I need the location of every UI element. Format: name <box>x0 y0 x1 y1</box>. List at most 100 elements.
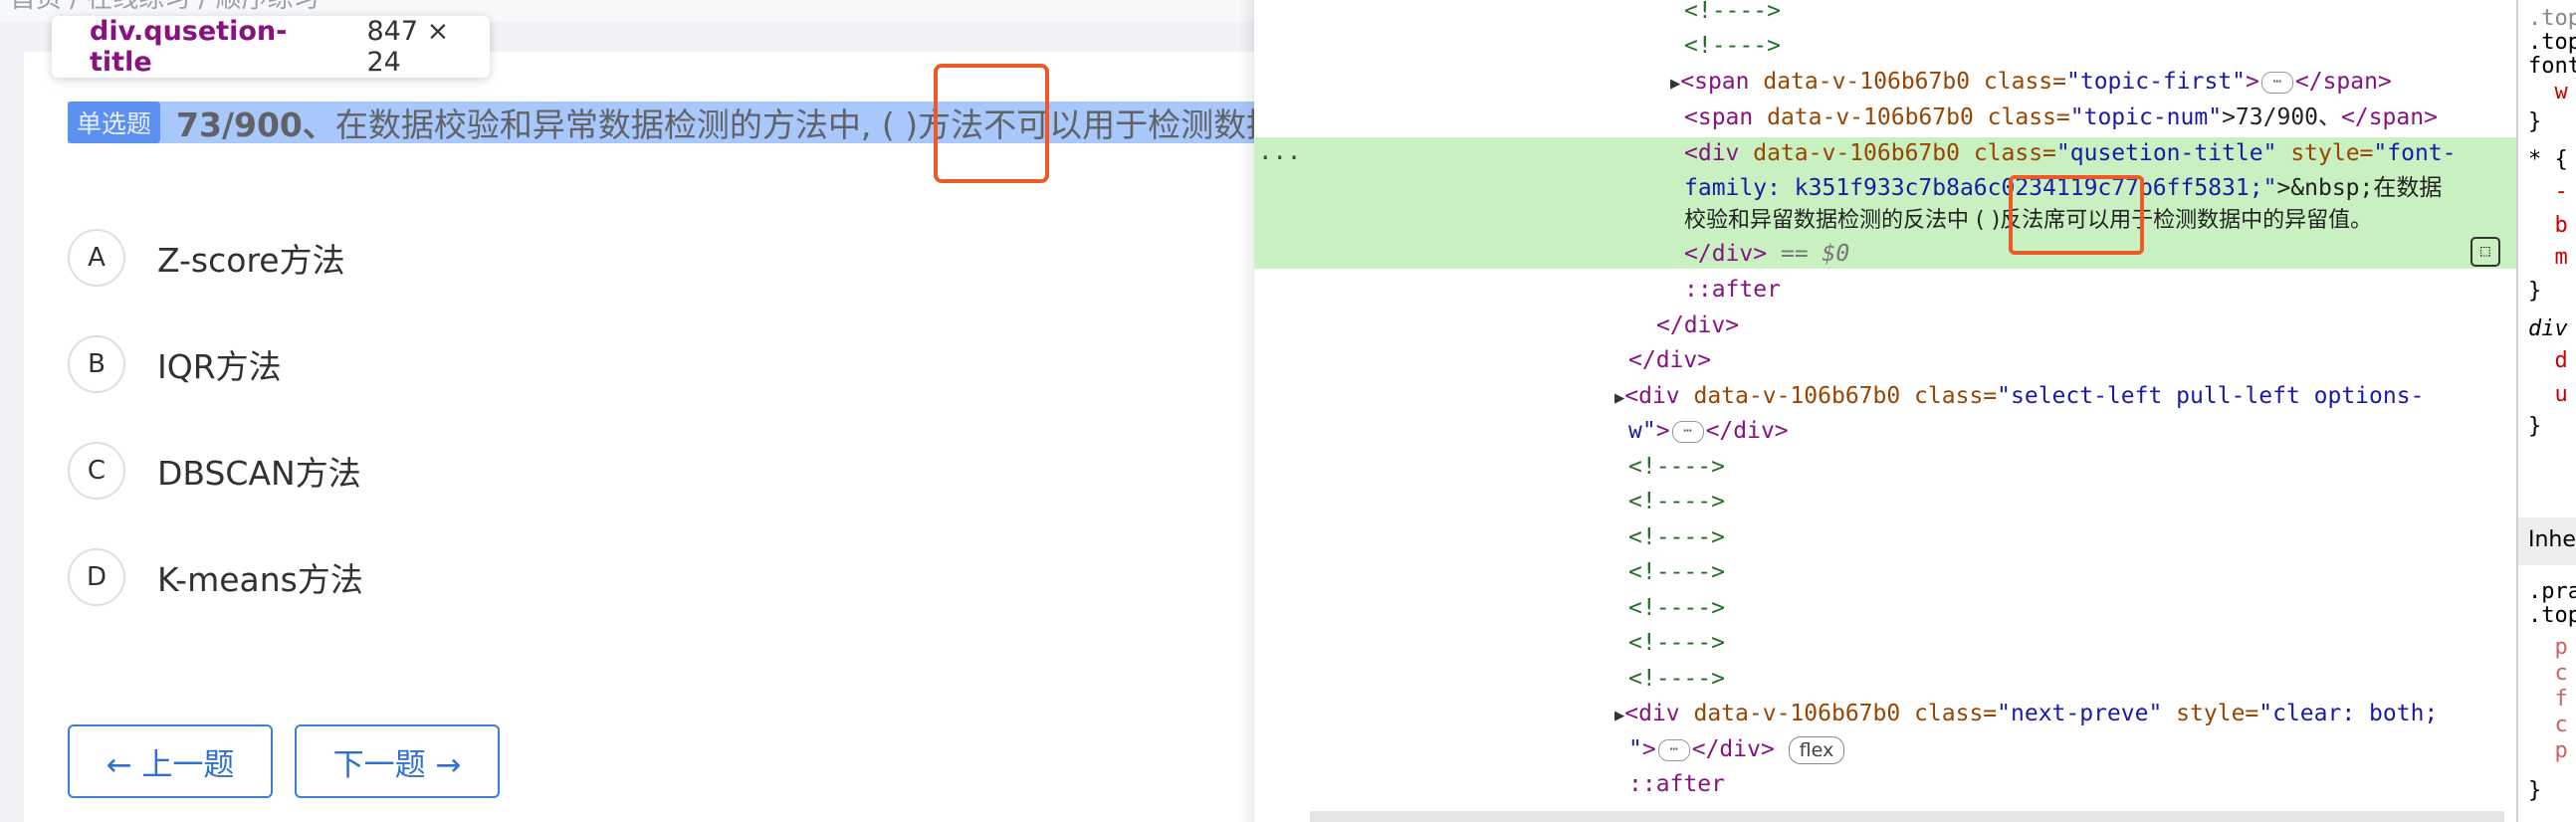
comment-node: <!----> <box>1684 0 1781 24</box>
dom-line-after[interactable]: ::after <box>1684 273 1781 308</box>
option-letter: B <box>68 335 125 393</box>
dom-line-comment[interactable]: <!----> <box>1628 520 1725 555</box>
expand-triangle-icon[interactable]: ▶ <box>1670 74 1680 94</box>
style-prop: - <box>2528 179 2568 204</box>
ellipsis-icon[interactable]: ⋯ <box>1657 738 1690 761</box>
question-title: 单选题 73/900、 在数据校验和异常数据检测的方法中, ( )方法不可以用于… <box>68 102 1254 143</box>
dom-line-div-close[interactable]: </div> <box>1656 308 1739 343</box>
ellipsis-icon[interactable]: ⋯ <box>2260 71 2293 94</box>
comment-node: <!----> <box>1684 33 1781 59</box>
attr-name: data-v-106b67b0 <box>1763 69 1971 95</box>
attr-value: "qusetion-title" <box>2055 140 2277 166</box>
style-rule: } <box>2528 109 2542 134</box>
comment-node: <!----> <box>1628 559 1725 585</box>
style-prop: c <box>2528 713 2568 737</box>
style-rule: } <box>2528 279 2542 304</box>
option-text: Z-score方法 <box>157 241 345 280</box>
tooltip-selector: div.qusetion-title <box>90 16 288 78</box>
style-prop: w <box>2528 80 2568 104</box>
expand-triangle-icon[interactable]: ▶ <box>1614 388 1624 408</box>
dom-line-next-preve[interactable]: ▶<div data-v-106b67b0 class="next-preve"… <box>1614 697 2438 731</box>
style-rule: } <box>2528 778 2542 803</box>
dom-line-select-left-cont[interactable]: w"> ⋯ </div> <box>1628 414 1789 449</box>
next-question-button[interactable]: 下一题 → <box>295 724 500 798</box>
expand-triangle-icon[interactable]: ▶ <box>1614 706 1624 725</box>
option-text: DBSCAN方法 <box>157 454 361 493</box>
attr-value: w" <box>1628 418 1656 444</box>
option-b[interactable]: B IQR方法 <box>68 335 282 393</box>
pseudo-element: ::after <box>1628 771 1725 797</box>
dom-line-select-left[interactable]: ▶<div data-v-106b67b0 class="select-left… <box>1614 379 2424 414</box>
style-rule: .pra <box>2528 579 2576 604</box>
style-prop: c <box>2528 661 2568 686</box>
comment-node: <!----> <box>1628 524 1725 550</box>
option-c[interactable]: C DBSCAN方法 <box>68 442 361 500</box>
dom-line-comment[interactable]: <!----> <box>1628 662 1725 697</box>
option-a[interactable]: A Z-score方法 <box>68 229 345 287</box>
dom-line-div-close[interactable]: </div> == $0 <box>1684 237 1849 272</box>
dom-line-after[interactable]: ::after <box>1628 767 1725 802</box>
dom-line-qusetion-title[interactable]: <div data-v-106b67b0 class="qusetion-tit… <box>1684 136 2457 171</box>
option-d[interactable]: D K-means方法 <box>68 548 363 606</box>
dom-line-topic-first[interactable]: ▶<span data-v-106b67b0 class="topic-firs… <box>1670 65 2392 100</box>
horizontal-scrollbar[interactable] <box>1310 811 2504 822</box>
dom-line-comment[interactable]: <!----> <box>1628 591 1725 626</box>
attr-name: class= <box>1959 140 2056 166</box>
attr-name: style= <box>2276 140 2374 166</box>
divider-shadow <box>1239 0 1254 822</box>
dom-line-comment[interactable]: <!----> <box>1628 626 1725 661</box>
dom-line-comment[interactable]: <!----> <box>1684 0 1781 29</box>
elements-tree[interactable]: ... <!----> <!----> ▶<span data-v-106b67… <box>1254 0 2516 822</box>
attr-value: family: k351f933c7b8a6c0234119c77b6ff583… <box>1684 175 2277 201</box>
attr-name: data-v-106b67b0 <box>1693 701 1901 726</box>
option-letter: D <box>68 548 125 606</box>
attr-value: " <box>1628 736 1642 762</box>
prev-question-button[interactable]: ← 上一题 <box>68 724 273 798</box>
text-node: >73/900、 <box>2222 104 2342 130</box>
dom-line-next-preve-cont[interactable]: "> ⋯ </div> flex <box>1628 732 1845 767</box>
attr-name: class= <box>1970 69 2066 95</box>
question-text: 在数据校验和异常数据检测的方法中, ( )方法不可以用于检测数据中的异常值。 <box>334 105 1254 143</box>
comment-node: <!----> <box>1628 489 1725 514</box>
attr-value: "clear: both; <box>2258 701 2439 726</box>
dom-line-comment[interactable]: <!----> <box>1628 485 1725 519</box>
style-rule: .top <box>2528 30 2576 55</box>
dom-line-topic-num[interactable]: <span data-v-106b67b0 class="topic-num">… <box>1684 101 2438 135</box>
dom-line-comment[interactable]: <!----> <box>1628 555 1725 590</box>
webpage-pane: 首页 / 在线练习 / 顺序练习 div.qusetion-title 847 … <box>0 0 1254 822</box>
attr-value: "topic-num" <box>2069 104 2223 130</box>
style-rule: font <box>2528 54 2576 79</box>
option-text: IQR方法 <box>157 347 282 386</box>
option-letter: A <box>68 229 125 287</box>
tag-close: </span> <box>2294 69 2392 95</box>
comment-node: <!----> <box>1628 666 1725 692</box>
highlight-annotation-box <box>2009 175 2144 255</box>
attr-name: class= <box>1973 104 2070 130</box>
tag-open: <span <box>1684 104 1768 130</box>
tag-close: </span> <box>2341 104 2438 130</box>
attr-value: "select-left pull-left options- <box>1997 383 2425 409</box>
attr-name: class= <box>1900 701 1998 726</box>
node-actions-dots[interactable]: ... <box>1258 137 1301 165</box>
attr-name: style= <box>2162 701 2259 726</box>
flex-badge[interactable]: flex <box>1788 735 1845 764</box>
styles-pane[interactable]: .top .top font w } * { - b m } div d u }… <box>2516 0 2576 822</box>
dom-line-comment[interactable]: <!----> <box>1628 450 1725 485</box>
comment-node: <!----> <box>1628 595 1725 621</box>
tooltip-dimensions: 847 × 24 <box>366 16 450 78</box>
attr-value: "topic-first" <box>2066 69 2247 95</box>
dom-line-div-close[interactable]: </div> <box>1628 343 1711 378</box>
attr-value: "font- <box>2373 140 2457 166</box>
dom-line-comment[interactable]: <!----> <box>1684 29 1781 64</box>
console-ref: == $0 <box>1780 241 1850 267</box>
screenshot-node-icon[interactable]: ⬚ <box>2470 237 2500 267</box>
style-rule: } <box>2528 414 2542 439</box>
option-text: K-means方法 <box>157 560 363 599</box>
question-type-badge: 单选题 <box>68 102 161 143</box>
tag-open: <div <box>1624 701 1694 726</box>
comment-node: <!----> <box>1628 454 1725 480</box>
tag-open: <div <box>1684 140 1754 166</box>
pseudo-element: ::after <box>1684 277 1781 303</box>
tag-open: <span <box>1680 69 1764 95</box>
ellipsis-icon[interactable]: ⋯ <box>1671 420 1704 443</box>
